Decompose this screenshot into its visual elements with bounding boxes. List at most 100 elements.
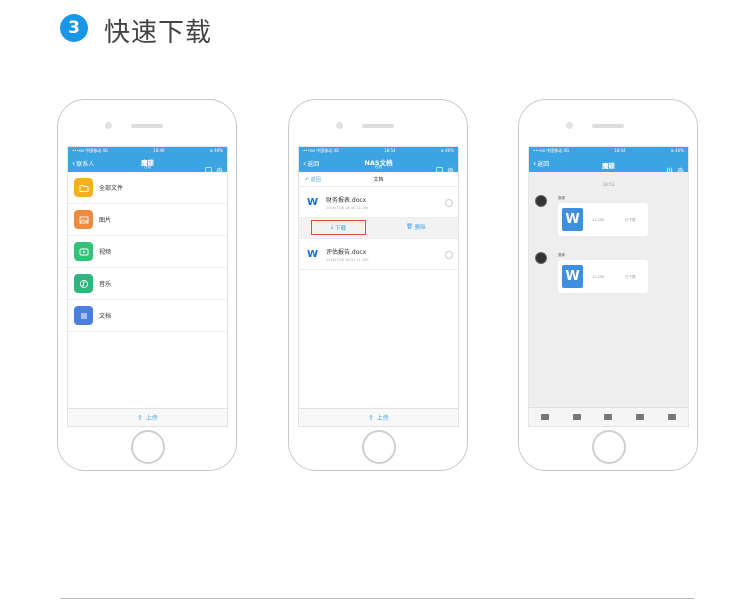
folder-label: 全部文件 (99, 185, 124, 192)
file-row[interactable]: W 财务报表.docx 2016/7/26 18:33 11.25K (299, 187, 458, 218)
word-doc-icon: W (562, 208, 583, 231)
upload-label: 上传 (145, 415, 158, 422)
word-doc-icon: W (307, 196, 319, 208)
gear-icon[interactable] (677, 159, 684, 174)
download-label: 下载 (335, 225, 347, 232)
word-doc-icon: W (307, 248, 319, 260)
gear-icon[interactable] (216, 159, 223, 174)
video-call-icon[interactable] (604, 414, 613, 420)
trash-icon: 🗑 (406, 224, 413, 230)
play-icon[interactable] (636, 414, 645, 420)
folder-label: 视频 (99, 249, 112, 256)
nav-subtitle: 在线 (144, 165, 151, 169)
camera-icon[interactable] (572, 414, 581, 420)
breadcrumb: ↶ 返回 文档 (299, 172, 458, 187)
download-icon: ⤓ (330, 224, 334, 230)
chat-timestamp: 18:53 (602, 182, 615, 187)
file-size: 11.25K (592, 218, 605, 222)
phone-screen: •••oo 中国移动 4G 18:54 ⊕ 46% ‹ 返回 魔碟 18:53 魔… (528, 146, 689, 427)
folder-item-images[interactable]: 图片 (68, 204, 227, 236)
file-size: 11.25K (592, 275, 605, 279)
file-row[interactable]: W 评估报告.docx 2016/7/26 18:33 11.25K (299, 239, 458, 270)
upload-label: 上传 (376, 415, 389, 422)
music-icon (74, 274, 93, 293)
camera-dot (566, 122, 573, 129)
image-icon[interactable] (540, 414, 549, 420)
folder-item-music[interactable]: 音乐 (68, 268, 227, 300)
upload-icon: ⇪ (137, 413, 143, 422)
avatar (535, 195, 547, 207)
word-doc-icon: W (562, 265, 583, 288)
folder-item-documents[interactable]: 文档 (68, 300, 227, 332)
folder-item-video[interactable]: 视频 (68, 236, 227, 268)
folder-label: 图片 (99, 217, 112, 224)
delete-label: 删除 (414, 225, 426, 231)
delete-button[interactable]: 🗑 删除 (406, 223, 426, 231)
battery-label: ⊕ 46% (440, 148, 454, 153)
download-state: 已下载 (625, 218, 636, 222)
camera-dot (336, 122, 343, 129)
home-button[interactable] (131, 430, 165, 464)
phone-mockup-folders: •••oo 中国移动 4G 18:49 ⊕ 49% ‹ 联系人 魔碟 在线 全部文… (57, 99, 237, 471)
file-meta: 2016/7/26 18:33 11.25K (326, 205, 369, 210)
home-button[interactable] (592, 430, 626, 464)
divider (60, 598, 694, 599)
file-bubble[interactable]: W 11.25K 已下载 (558, 203, 648, 236)
expand-toggle-icon[interactable] (445, 199, 453, 207)
nav-subtitle: 在线 (375, 165, 382, 169)
nav-bar: ‹ 联系人 魔碟 在线 (68, 155, 227, 174)
carrier-label: •••oo 中国移动 4G (303, 148, 340, 153)
speaker-slot (131, 124, 163, 128)
folder-item-all-files[interactable]: 全部文件 (68, 172, 227, 204)
chat-icon[interactable] (436, 159, 443, 174)
speaker-slot (592, 124, 624, 128)
clock-label: 18:54 (384, 148, 396, 153)
status-bar: •••oo 中国移动 4G 18:54 ⊕ 46% (529, 147, 688, 155)
battery-label: ⊕ 46% (670, 148, 684, 153)
chat-area: 18:53 魔碟 W 11.25K 已下载 魔碟 W 11.25K 已下载 (529, 172, 688, 408)
file-bubble[interactable]: W 11.25K 已下载 (558, 260, 648, 293)
chat-toolbar (529, 407, 688, 426)
sliders-icon[interactable] (666, 159, 673, 174)
file-action-row: ⤓ 下载 🗑 删除 (299, 218, 458, 239)
download-button[interactable]: ⤓ 下载 (311, 220, 366, 235)
download-state: 已下载 (625, 275, 636, 279)
camera-dot (105, 122, 112, 129)
clock-label: 18:54 (614, 148, 626, 153)
speaker-slot (362, 124, 394, 128)
sender-name: 魔碟 (558, 253, 565, 257)
upload-button[interactable]: ⇪ 上传 (299, 408, 458, 426)
crumb-current: 文档 (373, 176, 384, 183)
expand-toggle-icon[interactable] (445, 251, 453, 259)
folder-list: 全部文件 图片 视频 音乐 文档 (68, 172, 227, 332)
file-meta: 2016/7/26 18:33 11.25K (326, 257, 369, 262)
page-title: 快速下载 (104, 18, 213, 48)
sender-name: 魔碟 (558, 196, 565, 200)
carrier-label: •••oo 中国移动 4G (72, 148, 109, 153)
phone-mockup-chat: •••oo 中国移动 4G 18:54 ⊕ 46% ‹ 返回 魔碟 18:53 魔… (518, 99, 698, 471)
status-bar: •••oo 中国移动 4G 18:54 ⊕ 46% (299, 147, 458, 155)
phone-mockup-documents: •••oo 中国移动 4G 18:54 ⊕ 46% ‹ 返回 NAS文档 在线 ↶… (288, 99, 468, 471)
status-bar: •••oo 中国移动 4G 18:49 ⊕ 49% (68, 147, 227, 155)
home-button[interactable] (362, 430, 396, 464)
document-icon (74, 306, 93, 325)
image-icon (74, 210, 93, 229)
gear-icon[interactable] (447, 159, 454, 174)
clock-label: 18:49 (153, 148, 165, 153)
folder-icon[interactable] (668, 414, 677, 420)
carrier-label: •••oo 中国移动 4G (533, 148, 570, 153)
chat-icon[interactable] (205, 159, 212, 174)
avatar (535, 252, 547, 264)
nav-bar: ‹ 返回 魔碟 (529, 155, 688, 174)
nav-bar: ‹ 返回 NAS文档 在线 (299, 155, 458, 174)
file-name: 评估报告.docx (326, 248, 367, 256)
nav-title: 魔碟 (602, 162, 615, 170)
file-name: 财务报表.docx (326, 196, 367, 204)
upload-icon: ⇪ (368, 413, 374, 422)
folder-icon (74, 178, 93, 197)
folder-label: 音乐 (99, 281, 112, 288)
upload-button[interactable]: ⇪ 上传 (68, 408, 227, 426)
phone-screen: •••oo 中国移动 4G 18:54 ⊕ 46% ‹ 返回 NAS文档 在线 ↶… (298, 146, 459, 427)
video-icon (74, 242, 93, 261)
phone-screen: •••oo 中国移动 4G 18:49 ⊕ 49% ‹ 联系人 魔碟 在线 全部文… (67, 146, 228, 427)
